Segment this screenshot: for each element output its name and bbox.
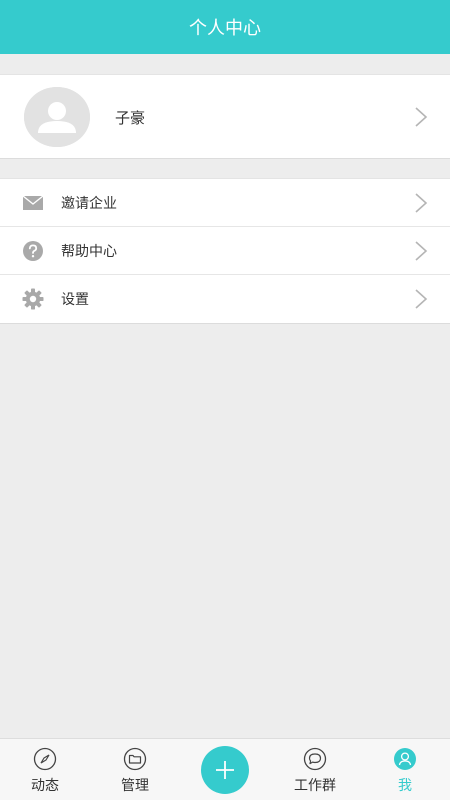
- menu-item-invite-company[interactable]: 邀请企业: [0, 179, 450, 227]
- tab-label: 工作群: [294, 778, 336, 794]
- page-title: 个人中心: [189, 18, 261, 39]
- menu-item-label: 帮助中心: [61, 244, 117, 260]
- chevron-right-icon: [414, 106, 428, 128]
- tab-me[interactable]: 我: [360, 739, 450, 800]
- help-icon: [22, 240, 44, 262]
- chat-bubble-icon: [303, 747, 327, 771]
- add-button[interactable]: [201, 746, 249, 794]
- menu-list: 邀请企业 帮助中心 设置: [0, 178, 450, 324]
- chevron-right-icon: [414, 192, 428, 214]
- avatar[interactable]: [24, 87, 90, 147]
- profile-name: 子豪: [115, 109, 146, 127]
- app-header: 个人中心: [0, 0, 450, 54]
- menu-item-label: 邀请企业: [61, 196, 117, 212]
- tab-work-group[interactable]: 工作群: [270, 739, 360, 800]
- menu-item-help-center[interactable]: 帮助中心: [0, 227, 450, 275]
- chevron-right-icon: [414, 288, 428, 310]
- menu-item-settings[interactable]: 设置: [0, 275, 450, 323]
- folder-icon: [123, 747, 147, 771]
- menu-item-label: 设置: [61, 292, 89, 308]
- profile-card[interactable]: 子豪: [0, 74, 450, 159]
- tab-label: 管理: [121, 778, 149, 794]
- tab-label: 我: [398, 778, 412, 794]
- plus-icon: [216, 761, 234, 779]
- tab-manage[interactable]: 管理: [90, 739, 180, 800]
- user-icon: [393, 747, 417, 771]
- chevron-right-icon: [414, 240, 428, 262]
- avatar-placeholder-icon: [24, 87, 90, 147]
- gear-icon: [22, 288, 44, 310]
- mail-icon: [22, 192, 44, 214]
- tab-feed[interactable]: 动态: [0, 739, 90, 800]
- compass-icon: [33, 747, 57, 771]
- tab-label: 动态: [31, 778, 59, 794]
